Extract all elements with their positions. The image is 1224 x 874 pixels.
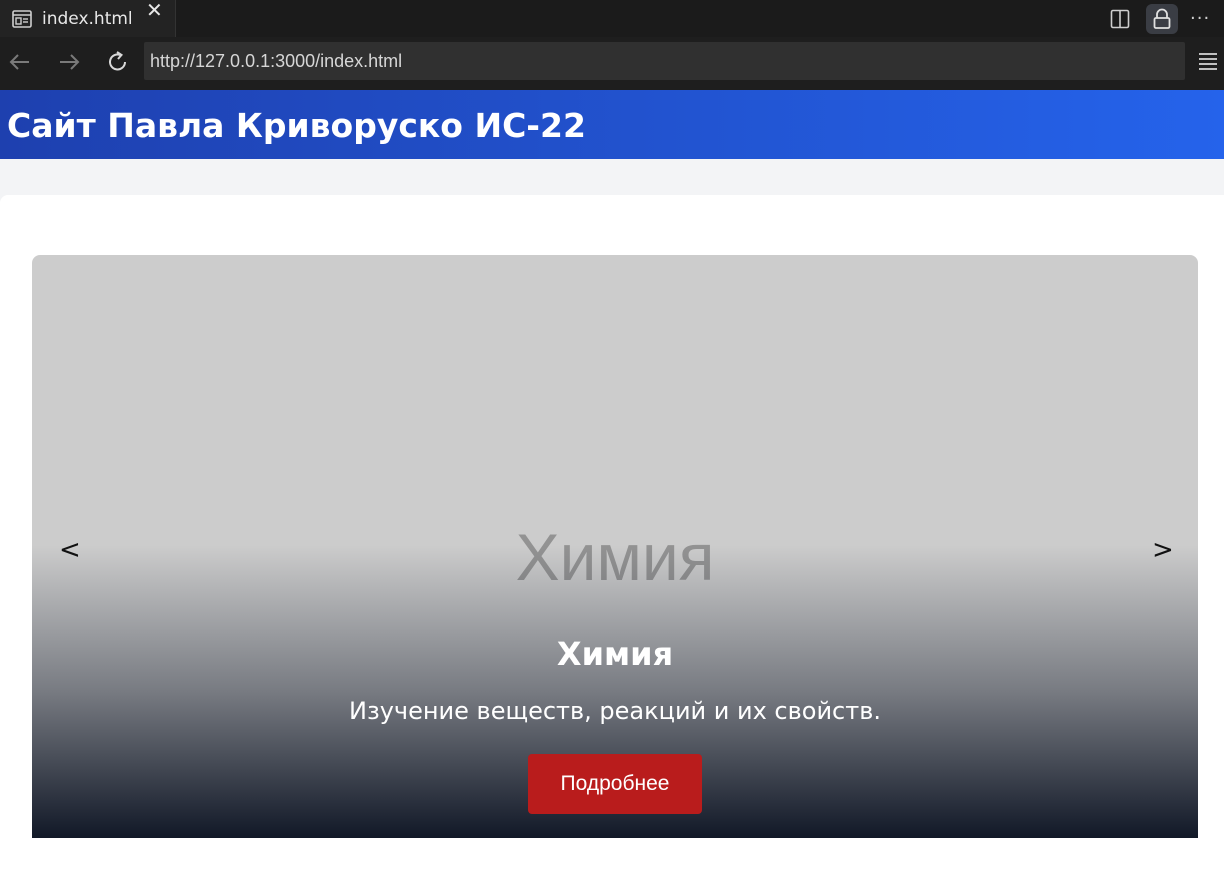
close-tab-icon[interactable]: ✕ — [146, 0, 163, 20]
slide-caption-title: Химия — [556, 635, 674, 673]
forward-arrow-icon[interactable] — [56, 49, 82, 75]
carousel-prev-button[interactable]: < — [59, 535, 81, 565]
hamburger-menu-icon[interactable] — [1198, 52, 1218, 70]
more-details-button[interactable]: Подробнее — [528, 754, 702, 814]
carousel-next-button[interactable]: > — [1152, 535, 1174, 565]
address-bar[interactable]: http://127.0.0.1:3000/index.html — [144, 42, 1185, 80]
reload-icon[interactable] — [105, 49, 131, 75]
slide-caption-text: Изучение веществ, реакций и их свойств. — [349, 697, 881, 725]
browser-tab[interactable]: index.html ✕ — [0, 0, 176, 37]
lock-icon — [1153, 8, 1171, 29]
more-actions-icon[interactable]: ··· — [1190, 8, 1224, 29]
page-preview-icon — [12, 9, 32, 28]
site-title: Сайт Павла Криворуско ИС-22 — [7, 106, 586, 145]
back-arrow-icon[interactable] — [7, 49, 33, 75]
site-header: Сайт Павла Криворуско ИС-22 — [0, 90, 1224, 159]
split-editor-icon[interactable] — [1110, 9, 1130, 29]
tab-title: index.html — [42, 8, 133, 29]
window-controls: ··· — [1110, 0, 1224, 37]
lock-button[interactable] — [1146, 3, 1178, 34]
carousel: Химия Химия Изучение веществ, реакций и … — [32, 255, 1198, 838]
browser-tab-bar: index.html ✕ ··· — [0, 0, 1224, 37]
